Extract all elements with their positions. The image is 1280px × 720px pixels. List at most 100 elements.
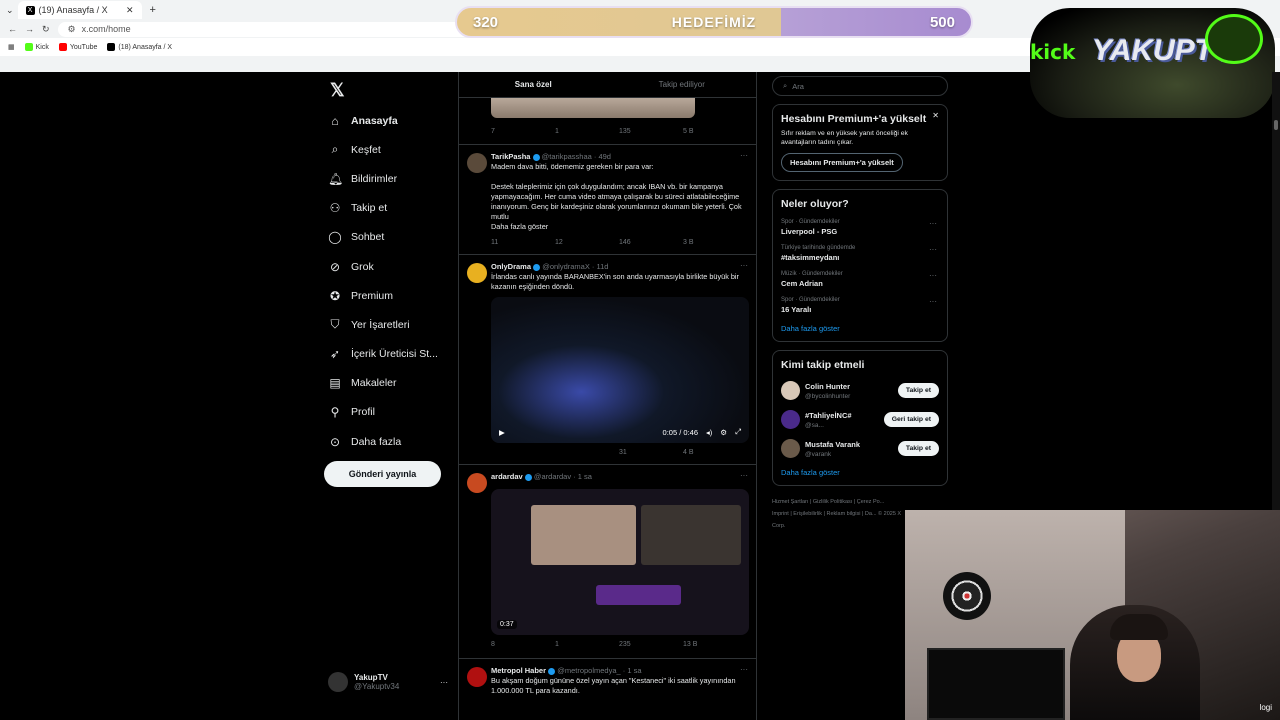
settings-icon[interactable]: ⚙: [720, 428, 727, 437]
nav-premium[interactable]: ✪ Premium: [328, 281, 438, 310]
follow-back-button[interactable]: Geri takip et: [883, 412, 939, 427]
back-icon[interactable]: ←: [8, 24, 17, 34]
nav-creator-studio[interactable]: ➶ İçerik Üreticisi St...: [328, 340, 438, 369]
more-dots-icon[interactable]: ···: [440, 678, 448, 687]
more-dots-icon[interactable]: ···: [740, 471, 748, 480]
tweet-header: OnlyDrama @onlydramaX · 11d: [491, 262, 609, 271]
close-icon[interactable]: ✕: [932, 111, 939, 120]
view-count[interactable]: 4 B: [683, 449, 747, 456]
bookmark-x[interactable]: (18) Anasayfa / X: [107, 43, 172, 51]
follow-button[interactable]: Takip et: [897, 441, 939, 456]
apps-icon[interactable]: ▦: [8, 43, 15, 51]
avatar[interactable]: [467, 667, 487, 687]
video-thumbnail[interactable]: 0:37: [491, 489, 749, 635]
more-dots-icon[interactable]: ···: [740, 665, 748, 674]
nav-explore[interactable]: ⌕ Keşfet: [328, 135, 438, 164]
avatar[interactable]: [467, 263, 487, 283]
trend-item[interactable]: Spor · Gündemdekiler 16 Yaralı ···: [781, 297, 939, 314]
upgrade-button[interactable]: Hesabını Premium+'a yükselt: [781, 153, 903, 172]
logi-watermark: logi: [1259, 703, 1272, 712]
right-sidebar: ⌕ Ara ✕ Hesabını Premium+'a yükselt Sıfır…: [772, 72, 948, 532]
more-dots-icon[interactable]: ···: [929, 271, 937, 280]
footer-links[interactable]: Hizmet Şartları | Gizlilik Politikası | …: [772, 496, 902, 532]
nav-articles[interactable]: ▤ Makaleler: [328, 369, 438, 398]
reply-count[interactable]: [491, 449, 555, 456]
repost-count[interactable]: 1: [555, 641, 619, 648]
like-count[interactable]: 235: [619, 641, 683, 648]
tweet-text: İrlandas canlı yayında BARANBEX'in son a…: [491, 272, 739, 291]
trend-item[interactable]: Türkiye tarihinde gündemde #taksimmeydanı…: [781, 245, 939, 262]
url-text: x.com/home: [81, 24, 131, 34]
tweet[interactable]: OnlyDrama @onlydramaX · 11d ··· İrlandas…: [459, 254, 756, 464]
post-button[interactable]: Gönderi yayınla: [324, 461, 441, 487]
post-image[interactable]: [491, 98, 695, 118]
follow-suggestion[interactable]: Colin Hunter @bycolinhunter Takip et: [781, 381, 939, 400]
show-more-link[interactable]: Daha fazla göster: [781, 324, 939, 333]
new-tab-icon[interactable]: +: [150, 4, 156, 16]
more-dots-icon[interactable]: ···: [740, 151, 748, 160]
view-count[interactable]: 13 B: [683, 641, 747, 648]
reply-count[interactable]: 11: [491, 239, 555, 246]
more-dots-icon[interactable]: ···: [929, 219, 937, 228]
nav-notifications[interactable]: 🔔︎ Bildirimler: [328, 164, 438, 193]
tweet-text: Bu akşam doğum gününe özel yayın açan "K…: [491, 676, 736, 695]
browser-tab[interactable]: X (19) Anasayfa / X ✕: [17, 1, 142, 19]
tab-following[interactable]: Takip ediliyor: [608, 72, 757, 97]
x-logo-icon[interactable]: 𝕏: [330, 80, 345, 101]
video-player[interactable]: ▶ 0:05 / 0:46 ◂) ⚙ ⤢: [491, 297, 749, 443]
avatar[interactable]: [781, 410, 800, 429]
tweet[interactable]: ardardav @ardardav · 1 sa ··· 0:37 8 1 2…: [459, 464, 756, 658]
fullscreen-icon[interactable]: ⤢: [735, 427, 741, 437]
play-icon[interactable]: ▶: [499, 428, 505, 437]
site-info-icon[interactable]: ⚙: [68, 24, 76, 35]
nav-chat[interactable]: ◯ Sohbet: [328, 223, 438, 252]
view-count[interactable]: 3 B: [683, 239, 747, 246]
tweet[interactable]: Metropol Haber @metropolmedya_ · 1 sa ··…: [459, 658, 756, 720]
view-count[interactable]: 5 B: [683, 128, 747, 135]
nav-home[interactable]: ⌂ Anasayfa: [328, 106, 438, 135]
nav-more[interactable]: ⊙ Daha fazla: [328, 427, 438, 456]
reload-icon[interactable]: ↻: [42, 24, 50, 35]
reply-count[interactable]: 8: [491, 641, 555, 648]
tweet[interactable]: TarikPasha @tarikpasshaa · 49d ··· Madem…: [459, 144, 756, 254]
nav-list: ⌂ Anasayfa ⌕ Keşfet 🔔︎ Bildirimler ⚇ Takip e…: [328, 106, 438, 456]
trend-item[interactable]: Spor · Gündemdekiler Liverpool - PSG ···: [781, 219, 939, 236]
repost-count[interactable]: 1: [555, 128, 619, 135]
repost-count[interactable]: 12: [555, 239, 619, 246]
avatar[interactable]: [467, 473, 487, 493]
nav-bookmarks[interactable]: ⛉ Yer İşaretleri: [328, 310, 438, 339]
scrollbar-thumb[interactable]: [1274, 120, 1278, 130]
account-switcher[interactable]: YakupTV @Yakuptv34 ···: [328, 672, 448, 692]
timeline: Sana özel Takip ediliyor 7 1 135 5 B Tar…: [458, 72, 757, 720]
like-count[interactable]: 146: [619, 239, 683, 246]
show-more-link[interactable]: Daha fazla göster: [491, 222, 751, 232]
bookmark-youtube[interactable]: YouTube: [58, 43, 97, 51]
trend-item[interactable]: Müzik · Gündemdekiler Cem Adrian ···: [781, 271, 939, 288]
premium-icon: ✪: [329, 288, 341, 303]
like-count[interactable]: 135: [619, 128, 683, 135]
repost-count[interactable]: [555, 449, 619, 456]
nav-profile[interactable]: ⚲ Profil: [328, 398, 438, 427]
more-dots-icon[interactable]: ···: [740, 261, 748, 270]
more-dots-icon[interactable]: ···: [929, 245, 937, 254]
follow-suggestion[interactable]: Mustafa Varank @varank Takip et: [781, 439, 939, 458]
avatar[interactable]: [467, 153, 487, 173]
bookmark-kick[interactable]: Kick: [24, 43, 49, 51]
reply-count[interactable]: 7: [491, 128, 555, 135]
more-dots-icon[interactable]: ···: [929, 297, 937, 306]
nav-follow[interactable]: ⚇ Takip et: [328, 194, 438, 223]
profile-icon: ⚲: [330, 405, 340, 420]
show-more-link[interactable]: Daha fazla göster: [781, 468, 939, 477]
nav-grok[interactable]: ⊘ Grok: [328, 252, 438, 281]
like-count[interactable]: 31: [619, 449, 683, 456]
close-tab-icon[interactable]: ✕: [126, 5, 134, 16]
tab-for-you[interactable]: Sana özel: [459, 72, 608, 97]
volume-icon[interactable]: ◂): [706, 428, 712, 437]
avatar[interactable]: [781, 381, 800, 400]
tab-search-icon[interactable]: ⌄: [6, 5, 14, 16]
forward-icon[interactable]: →: [25, 24, 34, 34]
follow-button[interactable]: Takip et: [897, 383, 939, 398]
avatar[interactable]: [781, 439, 800, 458]
follow-suggestion[interactable]: #TahliyeİNC# @sa... Geri takip et: [781, 410, 939, 429]
search-input[interactable]: ⌕ Ara: [772, 76, 948, 96]
